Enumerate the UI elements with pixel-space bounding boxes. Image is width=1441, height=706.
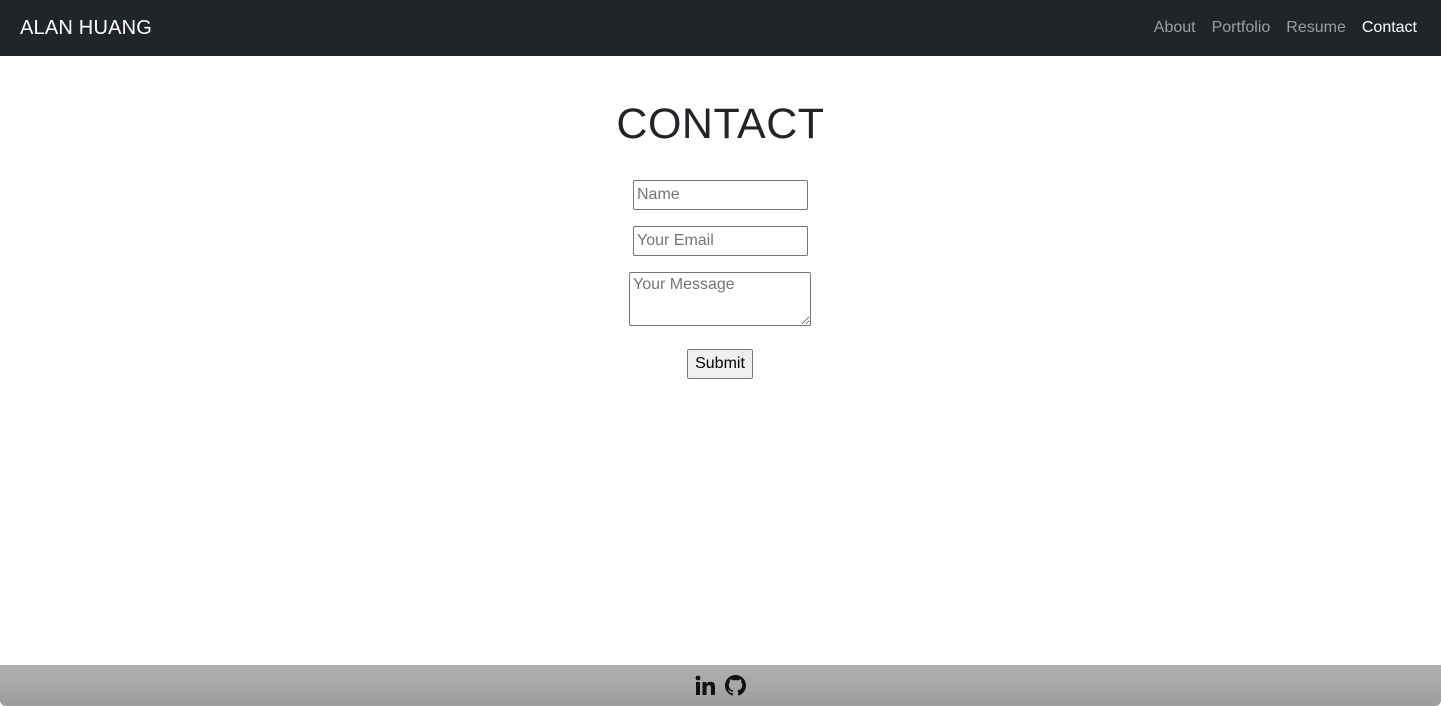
nav-links: About Portfolio Resume Contact <box>1154 19 1417 37</box>
github-icon <box>725 675 746 696</box>
nav-item-resume[interactable]: Resume <box>1286 19 1346 37</box>
nav-item-portfolio[interactable]: Portfolio <box>1212 19 1271 37</box>
github-link[interactable] <box>725 674 747 698</box>
linkedin-icon <box>695 675 715 695</box>
submit-button[interactable]: Submit <box>687 349 753 379</box>
main-content: CONTACT Submit <box>0 56 1441 665</box>
brand-link[interactable]: ALAN HUANG <box>20 17 152 40</box>
email-input[interactable] <box>633 226 808 256</box>
message-textarea[interactable] <box>629 272 811 326</box>
name-input[interactable] <box>633 180 808 210</box>
nav-item-contact[interactable]: Contact <box>1362 19 1417 37</box>
linkedin-link[interactable] <box>695 674 717 698</box>
navbar: ALAN HUANG About Portfolio Resume Contac… <box>0 0 1441 56</box>
footer <box>0 665 1441 706</box>
page-title: CONTACT <box>616 100 825 148</box>
nav-item-about[interactable]: About <box>1154 19 1196 37</box>
